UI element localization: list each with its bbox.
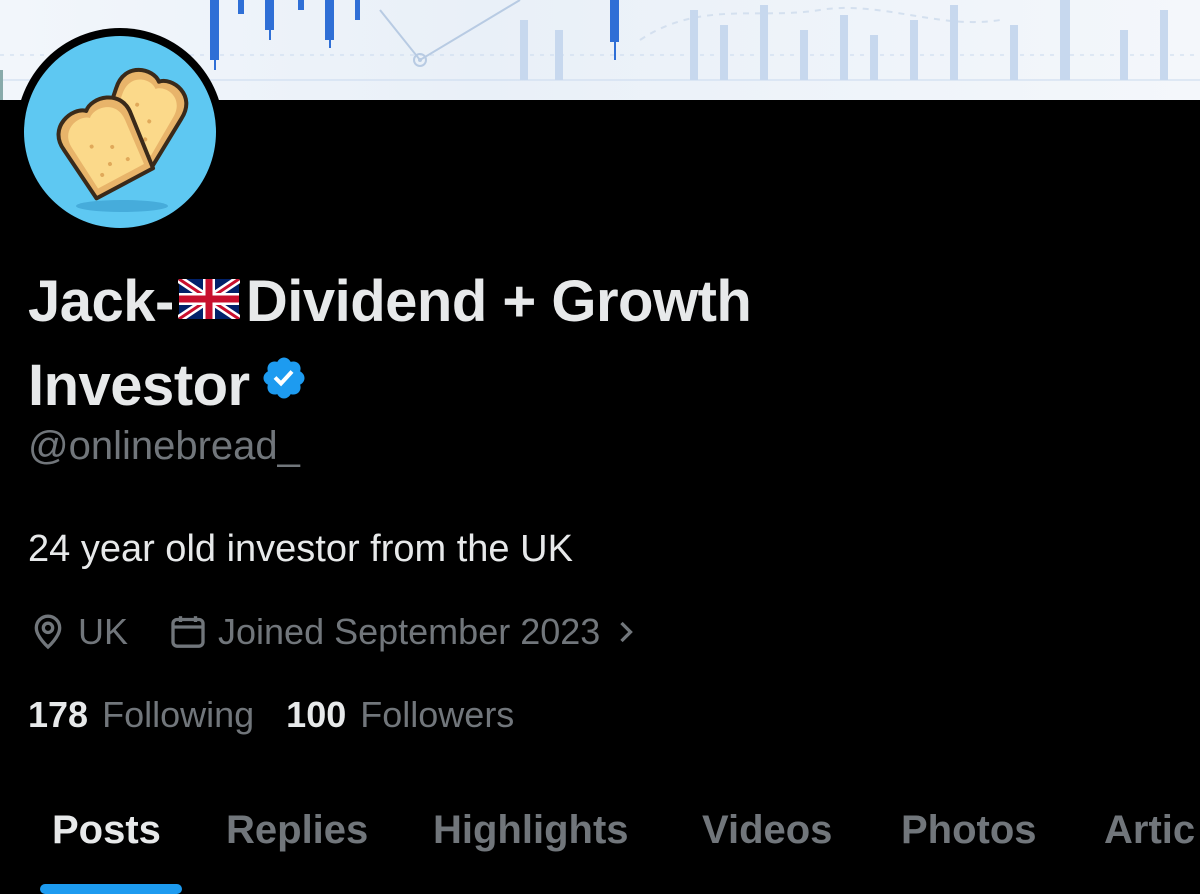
tab-highlights[interactable]: Highlights [433, 808, 629, 853]
profile-stats: 178 Following 100 Followers [28, 694, 546, 736]
location-item: UK [28, 611, 128, 653]
display-name-part1: Jack- [28, 269, 174, 334]
profile-tabs: Posts Replies Highlights Videos Photos A… [0, 790, 1200, 894]
uk-flag-icon [176, 260, 242, 340]
tab-articles[interactable]: Artic [1104, 808, 1195, 853]
profile-bio: 24 year old investor from the UK [28, 528, 573, 570]
tab-replies[interactable]: Replies [226, 808, 368, 853]
location-text: UK [78, 611, 129, 652]
calendar-icon [171, 616, 205, 648]
profile-handle: @onlinebread_ [28, 424, 300, 468]
profile-avatar[interactable] [16, 28, 224, 236]
tab-videos[interactable]: Videos [702, 808, 832, 853]
joined-text: Joined September 2023 [218, 611, 601, 652]
active-tab-indicator [40, 884, 182, 894]
location-pin-icon [34, 614, 62, 650]
display-name-part2: Dividend + Growth [245, 269, 752, 334]
display-name: Jack- Dividend + Growth Investor [28, 262, 928, 429]
following-count: 178 [28, 694, 89, 735]
display-name-part3: Investor [28, 352, 250, 418]
tab-posts[interactable]: Posts [52, 808, 161, 853]
verified-badge-icon[interactable] [260, 343, 308, 423]
followers-link[interactable]: 100 Followers [286, 694, 514, 736]
toast-bread-avatar [24, 36, 216, 228]
chevron-right-icon [620, 621, 634, 643]
following-link[interactable]: 178 Following [28, 694, 254, 736]
joined-item[interactable]: Joined September 2023 [168, 611, 638, 653]
following-label: Following [102, 694, 255, 735]
followers-count: 100 [286, 694, 347, 735]
profile-meta: UK Joined September 2023 [28, 608, 678, 656]
followers-label: Followers [360, 694, 515, 735]
tab-photos[interactable]: Photos [901, 808, 1037, 853]
